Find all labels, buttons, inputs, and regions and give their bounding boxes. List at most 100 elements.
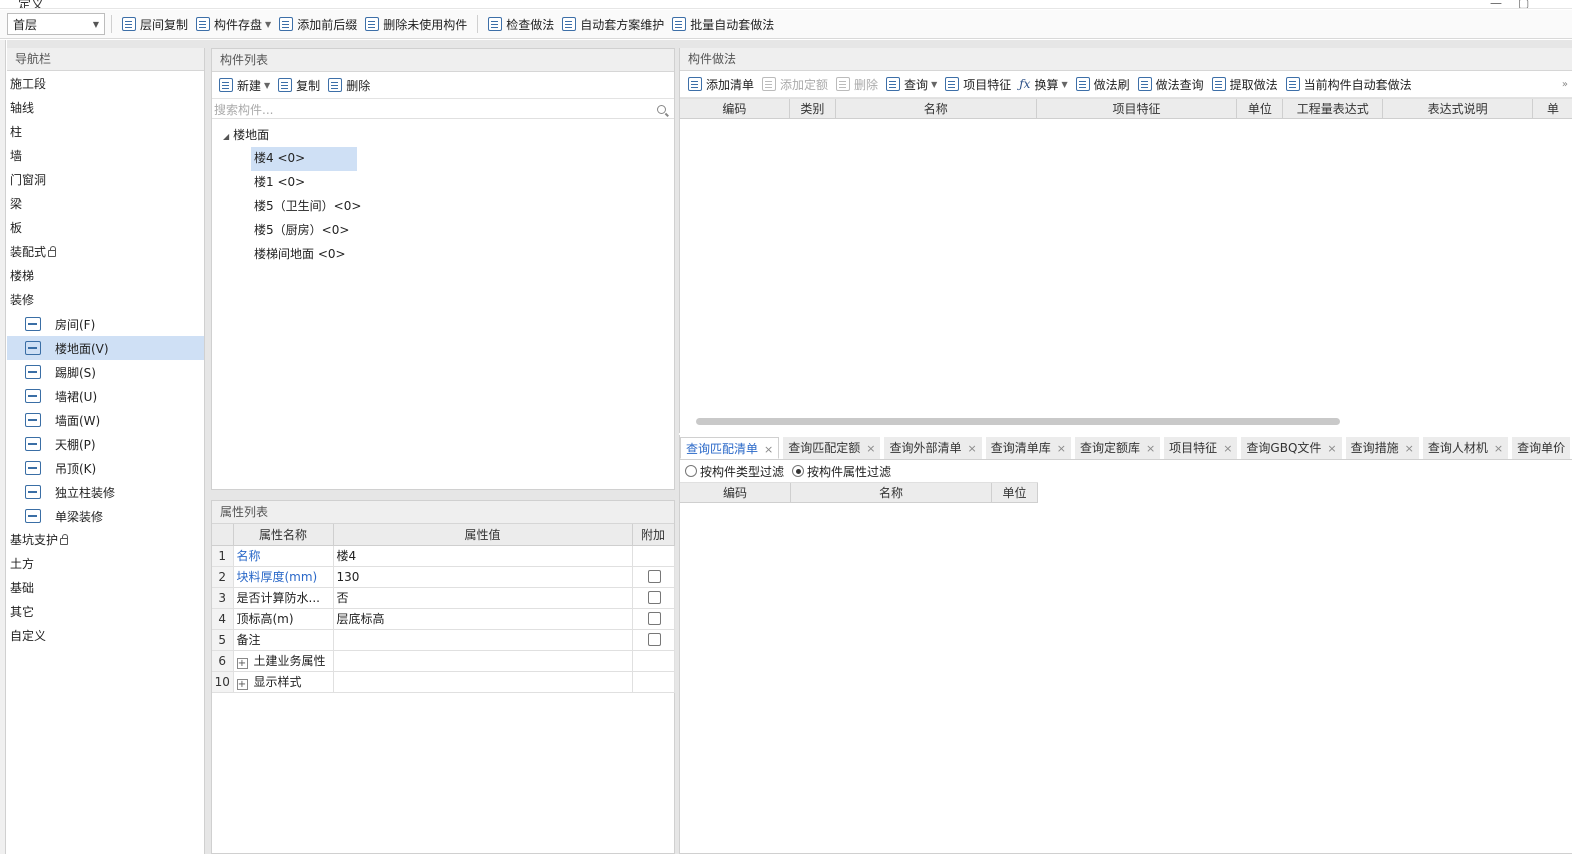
nav-item-openings[interactable]: 门窗洞 [7,168,204,192]
tab-match-quota[interactable]: 查询匹配定额 × [783,437,881,459]
property-value[interactable]: 层底标高 [333,608,633,630]
tree-root-floor[interactable]: ◢ 楼地面 [212,123,674,147]
nav-item-beam[interactable]: 梁 [7,192,204,216]
nav-item-axis[interactable]: 轴线 [7,96,204,120]
nav-sub-dado[interactable]: 墙裙(U) [7,384,204,408]
batch-auto-button[interactable]: 批量自动套做法 [668,13,778,35]
delete-method-button[interactable]: 删除 [832,73,882,95]
table-row[interactable]: 3 是否计算防水... 否 [212,587,675,609]
table-row[interactable]: 4 顶标高(m) 层底标高 [212,608,675,630]
property-value[interactable]: 楼4 [333,545,633,567]
property-value[interactable] [333,629,633,651]
expand-plus-icon[interactable]: + [236,679,248,690]
tree-item[interactable]: 楼梯间地面 <0> [251,243,674,267]
tree-item[interactable]: 楼5（卫生间）<0> [251,195,674,219]
convert-button[interactable]: ƒx 换算 ▼ [1015,73,1071,95]
nav-item-slab[interactable]: 板 [7,216,204,240]
tab-list-library[interactable]: 查询清单库 × [985,437,1071,459]
tab-unit-price[interactable]: 查询单价 [1512,437,1571,459]
tab-external-list[interactable]: 查询外部清单 × [884,437,982,459]
copy-between-floors-button[interactable]: 层间复制 [118,13,192,35]
nav-item-pit-support[interactable]: 基坑支护 [7,528,204,552]
nav-sub-suspended-ceiling[interactable]: 吊顶(K) [7,456,204,480]
collapse-triangle-icon[interactable]: ◢ [223,125,229,149]
close-icon[interactable]: × [1146,442,1155,455]
nav-item-wall[interactable]: 墙 [7,144,204,168]
search-icon[interactable] [657,104,666,114]
delete-unused-button[interactable]: 删除未使用构件 [361,13,471,35]
table-row[interactable]: 6 + 土建业务属性 [212,650,675,672]
toolbar-overflow-icon[interactable]: » [1562,79,1568,90]
tab-item-feature[interactable]: 项目特征 × [1164,437,1238,459]
delete-component-button[interactable]: 删除 [324,74,374,96]
nav-item-decoration[interactable]: 装修 [7,288,204,312]
nav-item-foundation[interactable]: 基础 [7,576,204,600]
query-button[interactable]: 查询 ▼ [882,73,941,95]
nav-sub-beam-decoration[interactable]: 单梁装修 [7,504,204,528]
filter-by-type-radio[interactable] [685,465,697,477]
close-icon[interactable]: × [1057,442,1066,455]
close-icon[interactable]: × [967,442,976,455]
add-list-button[interactable]: 添加清单 [684,73,758,95]
minimize-icon[interactable]: — [1490,0,1502,8]
save-component-button[interactable]: 构件存盘 ▼ [192,13,275,35]
nav-sub-skirting[interactable]: 踢脚(S) [7,360,204,384]
close-icon[interactable]: × [1223,442,1232,455]
property-value[interactable]: 否 [333,587,633,609]
nav-item-prefab[interactable]: 装配式 [7,240,204,264]
close-icon[interactable]: × [1405,442,1414,455]
nav-item-stairs[interactable]: 楼梯 [7,264,204,288]
check-method-button[interactable]: 检查做法 [484,13,558,35]
extra-checkbox[interactable] [648,591,661,604]
nav-sub-floor[interactable]: 楼地面(V) [7,336,204,360]
expand-plus-icon[interactable]: + [236,658,248,669]
property-group[interactable]: + 土建业务属性 [233,650,334,672]
table-row[interactable]: 1 名称 楼4 [212,545,675,567]
close-icon[interactable]: × [866,442,875,455]
method-query-button[interactable]: 做法查询 [1134,73,1208,95]
table-row[interactable]: 5 备注 [212,629,675,651]
tree-item[interactable]: 楼5（厨房）<0> [251,219,674,243]
tab-measures[interactable]: 查询措施 × [1345,437,1419,459]
tree-item[interactable]: 楼4 <0> [251,147,357,171]
splitter-middle[interactable] [211,490,675,500]
close-icon[interactable]: × [1494,442,1503,455]
extra-checkbox[interactable] [648,570,661,583]
tab-match-list[interactable]: 查询匹配清单 × [680,437,780,459]
nav-sub-column-decoration[interactable]: 独立柱装修 [7,480,204,504]
auto-apply-button[interactable]: 当前构件自动套做法 [1282,73,1416,95]
add-prefix-suffix-button[interactable]: 添加前后缀 [275,13,361,35]
filter-by-type-label[interactable]: 按构件类型过滤 [700,463,784,480]
tab-gbq-file[interactable]: 查询GBQ文件 × [1241,437,1342,459]
nav-item-custom[interactable]: 自定义 [7,624,204,648]
nav-sub-ceiling[interactable]: 天棚(P) [7,432,204,456]
tree-item[interactable]: 楼1 <0> [251,171,357,195]
nav-sub-room[interactable]: 房间(F) [7,312,204,336]
item-feature-button[interactable]: 项目特征 [941,73,1015,95]
nav-sub-wall-surface[interactable]: 墙面(W) [7,408,204,432]
component-search-input[interactable]: 搜索构件... [212,100,674,119]
nav-item-other[interactable]: 其它 [7,600,204,624]
horizontal-scrollbar[interactable] [696,418,1340,425]
floor-select[interactable]: 首层 ▼ [7,13,105,35]
tab-labor-material[interactable]: 查询人材机 × [1422,437,1509,459]
filter-by-attribute-radio[interactable] [792,465,805,477]
close-icon[interactable]: × [764,443,773,456]
add-quota-button[interactable]: 添加定额 [758,73,832,95]
method-brush-button[interactable]: 做法刷 [1072,73,1134,95]
nav-item-earthwork[interactable]: 土方 [7,552,204,576]
auto-scheme-button[interactable]: 自动套方案维护 [558,13,668,35]
nav-item-column[interactable]: 柱 [7,120,204,144]
new-component-button[interactable]: 新建 ▼ [215,74,274,96]
table-row[interactable]: 10 + 显示样式 [212,671,675,693]
nav-item-construction-section[interactable]: 施工段 [7,72,204,96]
copy-component-button[interactable]: 复制 [274,74,324,96]
table-row[interactable]: 2 块料厚度(mm) 130 [212,566,675,588]
extra-checkbox[interactable] [648,612,661,625]
maximize-icon[interactable]: ▢ [1518,0,1529,8]
filter-by-attribute-label[interactable]: 按构件属性过滤 [807,463,891,480]
extra-checkbox[interactable] [648,633,661,646]
property-value[interactable]: 130 [333,566,633,588]
close-icon[interactable]: × [1327,442,1336,455]
extract-method-button[interactable]: 提取做法 [1208,73,1282,95]
